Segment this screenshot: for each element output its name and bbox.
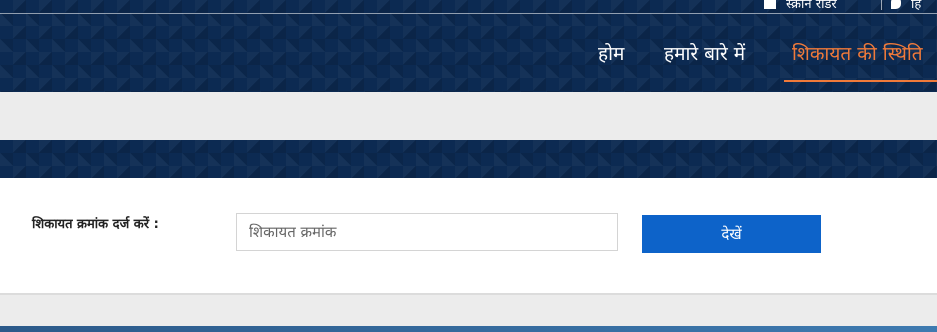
- footer-spacer: [0, 295, 937, 332]
- screen-reader-icon: [764, 0, 776, 9]
- screen-reader-link[interactable]: स्क्रीन रीडर: [764, 0, 837, 12]
- footer-edge: [0, 326, 937, 332]
- page-title-strip: [0, 140, 937, 178]
- nav-complaint-status[interactable]: शिकायत की स्थिति: [784, 36, 937, 82]
- complaint-number-label: शिकायत क्रमांक दर्ज करें :: [32, 217, 159, 232]
- utility-divider: [881, 0, 882, 10]
- view-button[interactable]: देखें: [642, 215, 821, 253]
- main-nav: होम हमारे बारे में शिकायत की स्थिति: [0, 36, 937, 82]
- nav-about-us[interactable]: हमारे बारे में: [664, 36, 745, 82]
- language-toggle[interactable]: हि: [891, 0, 921, 12]
- site-header: स्क्रीन रीडर हि होम हमारे बारे में शिकाय…: [0, 0, 937, 92]
- page-spacer: [0, 92, 937, 140]
- screen-reader-label: स्क्रीन रीडर: [786, 0, 837, 12]
- complaint-number-input[interactable]: [236, 213, 618, 251]
- language-icon: [891, 0, 901, 9]
- nav-home[interactable]: होम: [598, 36, 624, 82]
- utility-bar: स्क्रीन रीडर हि: [0, 0, 937, 14]
- language-label: हि: [911, 0, 922, 12]
